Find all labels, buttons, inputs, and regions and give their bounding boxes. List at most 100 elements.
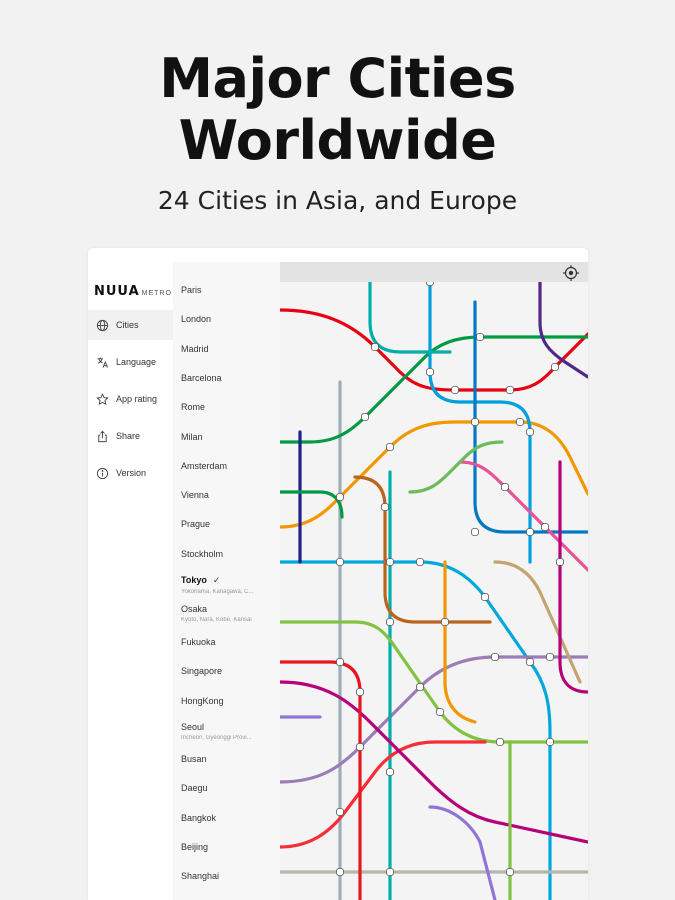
city-name: Busan — [181, 754, 207, 764]
metro-line — [458, 460, 588, 572]
city-item-osaka[interactable]: Osaka Kyoto, Nara, Kobe, Kansai — [181, 604, 277, 623]
promo-subtitle: 24 Cities in Asia, and Europe — [157, 186, 518, 215]
metro-line — [443, 560, 477, 724]
city-subtitle: Kyoto, Nara, Kobe, Kansai — [181, 617, 252, 623]
city-name: Seoul — [181, 722, 205, 732]
station-marker — [361, 413, 369, 421]
nav-label-cities: Cities — [116, 320, 139, 330]
station-marker — [336, 493, 344, 501]
nav-label-language: Language — [116, 357, 157, 367]
city-name: Rome — [181, 402, 206, 412]
city-name: Paris — [181, 285, 202, 295]
station-marker — [436, 708, 444, 716]
city-name: Osaka — [181, 604, 208, 614]
city-item-beijing[interactable]: Beijing — [181, 842, 277, 852]
city-name: Fukuoka — [181, 637, 216, 647]
station-marker — [356, 688, 364, 696]
city-item-singapore[interactable]: Singapore — [181, 666, 277, 676]
metro-line — [280, 420, 588, 529]
station-marker — [451, 386, 459, 394]
station-marker — [526, 428, 534, 436]
city-item-vienna[interactable]: Vienna — [181, 490, 277, 500]
city-name: Tokyo — [181, 575, 207, 585]
station-marker — [336, 658, 344, 666]
nav-item-share[interactable]: Share — [88, 421, 173, 451]
nav-item-language[interactable]: Language — [88, 347, 173, 377]
app-logo: NUUA METRO — [94, 284, 172, 299]
city-item-barcelona[interactable]: Barcelona — [181, 373, 277, 383]
station-marker — [356, 743, 364, 751]
city-name: Madrid — [181, 344, 209, 354]
crosshair-icon[interactable] — [562, 264, 580, 282]
city-item-london[interactable]: London — [181, 314, 277, 324]
station-marker — [506, 868, 514, 876]
share-icon — [98, 430, 107, 442]
station-marker — [506, 386, 514, 394]
app-screen: NUUA METRO Cities Language App rating Sh… — [88, 248, 588, 900]
metro-line — [280, 655, 588, 784]
metro-line — [493, 560, 582, 684]
city-item-hongkong[interactable]: HongKong — [181, 696, 277, 706]
city-subtitle: Incheon, Gyeonggi Provi... — [181, 735, 252, 741]
city-name: Prague — [181, 519, 211, 529]
city-subtitle: Yokohama, Kanagawa, C... — [181, 589, 254, 595]
city-name: Bangkok — [181, 813, 217, 823]
city-item-busan[interactable]: Busan — [181, 754, 277, 764]
city-name: Amsterdam — [181, 461, 228, 471]
nav-item-app-rating[interactable]: App rating — [88, 384, 173, 414]
city-item-fukuoka[interactable]: Fukuoka — [181, 637, 277, 647]
station-marker — [381, 503, 389, 511]
station-marker — [481, 593, 489, 601]
city-item-rome[interactable]: Rome — [181, 402, 277, 412]
station-marker — [556, 558, 564, 566]
city-name: Stockholm — [181, 549, 224, 559]
metro-map[interactable] — [280, 262, 588, 900]
city-item-prague[interactable]: Prague — [181, 519, 277, 529]
station-marker — [471, 418, 479, 426]
city-name: Daegu — [181, 783, 208, 793]
city-item-seoul[interactable]: Seoul Incheon, Gyeonggi Provi... — [181, 722, 277, 741]
city-name: Shanghai — [181, 871, 220, 881]
station-marker — [371, 343, 379, 351]
station-marker — [476, 333, 484, 341]
nav-label-version: Version — [116, 468, 147, 478]
city-item-madrid[interactable]: Madrid — [181, 344, 277, 354]
city-item-shanghai[interactable]: Shanghai — [181, 871, 277, 881]
nav-item-version[interactable]: Version — [88, 458, 173, 488]
station-marker — [386, 618, 394, 626]
metro-line-network — [280, 262, 588, 900]
city-name: Barcelona — [181, 373, 222, 383]
station-marker — [501, 483, 509, 491]
city-item-paris[interactable]: Paris — [181, 285, 277, 295]
metro-line — [280, 740, 487, 849]
nav-item-cities[interactable]: Cities — [88, 310, 173, 340]
star-icon — [96, 392, 109, 405]
station-marker — [471, 528, 479, 536]
station-marker — [336, 558, 344, 566]
station-marker — [541, 523, 549, 531]
city-item-milan[interactable]: Milan — [181, 432, 277, 442]
promo-title-line2: Worldwide — [178, 109, 497, 172]
station-marker — [386, 868, 394, 876]
info-icon — [96, 467, 109, 479]
station-marker — [526, 658, 534, 666]
station-marker — [551, 363, 559, 371]
check-icon: ✓ — [212, 575, 221, 585]
station-marker — [526, 528, 534, 536]
city-name: London — [181, 314, 212, 324]
station-marker — [416, 558, 424, 566]
city-item-daegu[interactable]: Daegu — [181, 783, 277, 793]
globe-icon — [96, 319, 109, 331]
promo-title: Major Cities Worldwide — [0, 48, 675, 172]
city-item-amsterdam[interactable]: Amsterdam — [181, 461, 277, 471]
city-name: HongKong — [181, 696, 224, 706]
city-item-tokyo[interactable]: Tokyo ✓ Yokohama, Kanagawa, C... — [181, 575, 277, 595]
city-item-bangkok[interactable]: Bangkok — [181, 813, 277, 823]
nav-label-share: Share — [116, 431, 141, 441]
metro-line — [408, 440, 504, 494]
station-marker — [336, 868, 344, 876]
station-marker — [491, 653, 499, 661]
station-marker — [416, 683, 424, 691]
city-name: Vienna — [181, 490, 209, 500]
city-item-stockholm[interactable]: Stockholm — [181, 549, 277, 559]
